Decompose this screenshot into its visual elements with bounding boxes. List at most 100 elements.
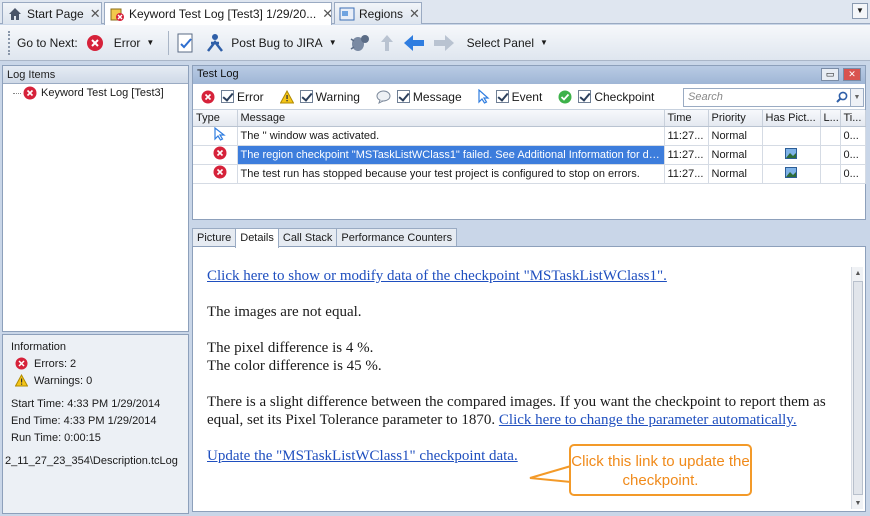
table-row[interactable]: The '' window was activated. 11:27... No… xyxy=(193,126,866,146)
select-panel-button[interactable]: Select Panel ▼ xyxy=(467,36,548,50)
column-type[interactable]: Type xyxy=(193,110,238,127)
row-priority: Normal xyxy=(708,126,763,146)
search-input[interactable]: Search xyxy=(683,88,853,107)
row-time: 11:27... xyxy=(664,164,709,184)
log-table-header: Type Message Time Priority Has Pict... L… xyxy=(193,110,866,127)
picture-icon xyxy=(785,166,797,178)
tab-label: Regions xyxy=(359,6,404,21)
tree-item-keyword-test-log[interactable]: Keyword Test Log [Test3] xyxy=(3,84,188,102)
filter-warning[interactable]: Warning xyxy=(279,89,360,104)
table-row[interactable]: The test run has stopped because your te… xyxy=(193,164,866,184)
row-link xyxy=(820,145,841,165)
errors-count: Errors: 2 xyxy=(34,357,77,370)
row-type-cell xyxy=(193,164,238,184)
column-time[interactable]: Time xyxy=(664,110,709,127)
close-panel-button[interactable]: ✕ xyxy=(843,68,861,81)
go-to-next-error-button[interactable]: Error ▼ xyxy=(86,34,154,52)
test-log-title: Test Log xyxy=(197,68,239,80)
scroll-down-icon[interactable]: ▼ xyxy=(852,497,864,509)
search-options-dropdown[interactable]: ▼ xyxy=(850,88,864,107)
callout-annotation: Click this link to update the checkpoint… xyxy=(569,444,752,496)
bug-gear-icon xyxy=(350,34,369,51)
filter-warning-checkbox[interactable] xyxy=(299,90,313,103)
filter-event-checkbox[interactable] xyxy=(495,90,509,103)
error-icon xyxy=(86,34,103,51)
tab-details[interactable]: Details xyxy=(235,228,279,248)
table-row-selected[interactable]: The region checkpoint "MSTaskListWClass1… xyxy=(193,145,866,165)
row-type-cell xyxy=(193,126,238,146)
column-has-picture[interactable]: Has Pict... xyxy=(762,110,821,127)
details-scrollbar[interactable]: ▲ ▼ xyxy=(851,267,863,509)
filter-message[interactable]: Message xyxy=(376,90,462,104)
search-placeholder: Search xyxy=(688,91,723,103)
warnings-count: Warnings: 0 xyxy=(34,374,93,387)
log-items-header: Log Items xyxy=(3,66,188,84)
callout-pointer xyxy=(529,465,572,483)
filter-warning-label: Warning xyxy=(315,89,360,104)
show-checkpoint-data-link[interactable]: Click here to show or modify data of the… xyxy=(207,268,667,284)
change-parameter-link[interactable]: Click here to change the parameter autom… xyxy=(499,412,797,428)
chevron-down-icon[interactable]: ▼ xyxy=(329,38,337,47)
tree-item-label: Keyword Test Log [Test3] xyxy=(41,87,164,99)
column-priority[interactable]: Priority xyxy=(708,110,763,127)
row-time: 11:27... xyxy=(664,145,709,165)
pixel-difference-text: The pixel difference is 4 %. xyxy=(207,340,374,356)
close-icon[interactable]: ✕ xyxy=(316,6,331,22)
tab-list-dropdown-button[interactable]: ▼ xyxy=(852,3,868,19)
filter-checkpoint-checkbox[interactable] xyxy=(578,90,592,103)
filter-error[interactable]: Error xyxy=(201,90,264,104)
column-ti[interactable]: Ti... xyxy=(840,110,866,127)
back-button[interactable] xyxy=(403,34,425,52)
tab-performance-counters[interactable]: Performance Counters xyxy=(336,228,458,247)
row-message: The region checkpoint "MSTaskListWClass1… xyxy=(237,145,665,165)
checkpoint-icon xyxy=(558,90,572,103)
home-icon xyxy=(7,6,23,22)
information-panel: Information Errors: 2 Warnings: 0 Start … xyxy=(2,334,189,514)
tree-connector xyxy=(13,92,21,94)
log-file-path: 2_11_27_23_354\Description.tcLog xyxy=(5,454,178,467)
bug-settings-button[interactable] xyxy=(349,33,371,53)
row-time: 11:27... xyxy=(664,126,709,146)
tab-picture[interactable]: Picture xyxy=(192,228,237,247)
toolbar-grip[interactable] xyxy=(8,30,11,55)
log-table: Type Message Time Priority Has Pict... L… xyxy=(193,110,866,184)
post-bug-jira-button[interactable]: Post Bug to JIRA ▼ xyxy=(205,33,337,53)
tab-regions[interactable]: Regions ✕ xyxy=(334,2,422,24)
chevron-down-icon[interactable]: ▼ xyxy=(146,38,154,47)
color-difference-text: The color difference is 45 %. xyxy=(207,358,382,374)
forward-button[interactable] xyxy=(433,34,455,52)
filter-error-checkbox[interactable] xyxy=(221,90,234,103)
error-icon xyxy=(23,86,37,100)
search-icon[interactable] xyxy=(836,91,848,103)
warning-icon xyxy=(279,89,294,103)
tab-call-stack[interactable]: Call Stack xyxy=(277,228,338,247)
restore-button[interactable]: ▭ xyxy=(821,68,839,81)
row-link xyxy=(820,126,841,146)
close-icon[interactable]: ✕ xyxy=(403,6,420,22)
close-icon[interactable]: ✕ xyxy=(84,6,101,22)
information-title: Information xyxy=(11,340,67,353)
test-log-panel: Test Log ▭ ✕ Error Warning Message Event xyxy=(192,65,866,220)
select-panel-label: Select Panel xyxy=(466,35,534,50)
warning-icon xyxy=(15,374,28,387)
scrollbar-thumb[interactable] xyxy=(853,281,863,495)
tab-start-page[interactable]: Start Page ✕ xyxy=(2,2,102,24)
column-link[interactable]: L... xyxy=(820,110,841,127)
scroll-up-icon[interactable]: ▲ xyxy=(852,267,864,279)
row-type-cell xyxy=(193,145,238,165)
update-checkpoint-link[interactable]: Update the "MSTaskListWClass1" checkpoin… xyxy=(207,448,518,464)
row-priority: Normal xyxy=(708,145,763,165)
error-icon xyxy=(15,357,28,370)
checklist-button[interactable] xyxy=(175,32,197,54)
go-to-parent-button[interactable] xyxy=(379,33,395,53)
tab-keyword-test-log[interactable]: Keyword Test Log [Test3] 1/29/20... ✕ xyxy=(104,2,332,25)
toolbar-separator xyxy=(168,30,170,55)
column-message[interactable]: Message xyxy=(237,110,665,127)
chevron-down-icon[interactable]: ▼ xyxy=(540,38,548,47)
main-toolbar: Go to Next: Error ▼ Post Bug to JIRA ▼ S… xyxy=(0,25,870,61)
filter-event[interactable]: Event xyxy=(478,89,542,104)
filter-checkpoint[interactable]: Checkpoint xyxy=(558,90,654,104)
details-tab-strip: Picture Details Call Stack Performance C… xyxy=(192,228,458,248)
filter-message-checkbox[interactable] xyxy=(396,90,410,103)
filter-checkpoint-label: Checkpoint xyxy=(594,89,655,104)
